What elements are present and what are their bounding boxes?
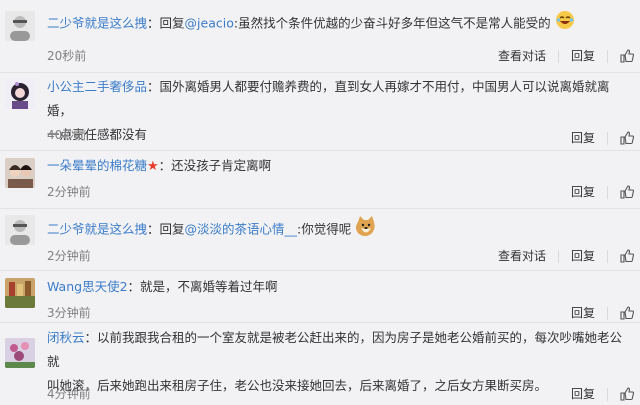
like-button[interactable] <box>620 49 634 63</box>
username-link[interactable]: Wang思天使2 <box>47 279 128 294</box>
comment-actions: 查看对话 回复 <box>498 247 634 265</box>
avatar[interactable] <box>5 79 35 109</box>
comment-text: 闭秋云：以前我跟我合租的一个室友就是被老公赶出来的，因为房子是她老公婚前买的，每… <box>47 330 623 393</box>
comment-time: 40秒前 <box>47 128 87 142</box>
red-star-icon: ★ <box>147 159 159 174</box>
laughing-emoji-icon <box>555 10 575 38</box>
comment-body: 二少爷就是这么拽：回复@淡淡的茶语心情__:你觉得呢 <box>47 215 634 245</box>
comment-actions: 回复 <box>571 304 634 322</box>
reply-button[interactable]: 回复 <box>571 304 595 322</box>
action-divider <box>607 387 608 401</box>
comment-divider <box>0 322 640 323</box>
reply-button[interactable]: 回复 <box>571 47 595 65</box>
avatar[interactable] <box>5 338 35 368</box>
username-link[interactable]: 闭秋云 <box>47 330 85 345</box>
comment-text: Wang思天使2：就是，不离婚等着过年啊 <box>47 279 278 294</box>
comment-time: 3分钟前 <box>47 306 91 320</box>
action-divider <box>607 249 608 263</box>
thumbs-up-icon <box>620 131 634 145</box>
comment-text: 小公主二手奢侈品：国外离婚男人都要付赡养费的，直到女人再嫁才不用付，中国男人可以… <box>47 79 610 142</box>
comment-item: 二少爷就是这么拽：回复@淡淡的茶语心情__:你觉得呢 2分钟前 查看对话 回复 <box>0 209 640 269</box>
mention-link[interactable]: @淡淡的茶语心情__ <box>185 222 298 237</box>
thumbs-up-icon <box>620 387 634 401</box>
like-button[interactable] <box>620 306 634 320</box>
view-conversation-button[interactable]: 查看对话 <box>498 47 546 65</box>
comment-item: Wang思天使2：就是，不离婚等着过年啊 3分钟前 <box>0 272 640 322</box>
action-divider <box>557 249 559 263</box>
reply-button[interactable]: 回复 <box>571 183 595 201</box>
comment-item: 闭秋云：以前我跟我合租的一个室友就是被老公赶出来的，因为房子是她老公婚前买的，每… <box>0 324 640 405</box>
avatar[interactable] <box>5 215 35 245</box>
action-divider <box>607 306 608 320</box>
comment-actions: 回复 <box>571 385 634 403</box>
comment-body: 一朵晕晕的棉花糖★：还没孩子肯定离啊 <box>47 154 634 179</box>
action-divider <box>607 49 608 63</box>
thumbs-up-icon <box>620 249 634 263</box>
thumbs-up-icon <box>620 306 634 320</box>
comment-actions: 查看对话 回复 <box>498 47 634 65</box>
username-link[interactable]: 二少爷就是这么拽 <box>47 16 147 31</box>
thumbs-up-icon <box>620 49 634 63</box>
action-divider <box>607 131 608 145</box>
comment-time: 2分钟前 <box>47 249 91 263</box>
comment-body: 小公主二手奢侈品：国外离婚男人都要付赡养费的，直到女人再嫁才不用付，中国男人可以… <box>47 75 634 147</box>
comment-time: 20秒前 <box>47 49 87 63</box>
like-button[interactable] <box>620 249 634 263</box>
comment-item: 一朵晕晕的棉花糖★：还没孩子肯定离啊 2分钟前 回复 <box>0 152 640 208</box>
comment-divider <box>0 270 640 271</box>
avatar[interactable] <box>5 158 35 188</box>
reply-button[interactable]: 回复 <box>571 129 595 147</box>
comment-actions: 回复 <box>571 183 634 201</box>
comment-divider <box>0 150 640 151</box>
reply-button[interactable]: 回复 <box>571 247 595 265</box>
mention-link[interactable]: @jeacio <box>185 16 234 31</box>
action-divider <box>607 185 608 199</box>
comment-item: 二少爷就是这么拽：回复@jeacio:虽然找个条件优越的少奋斗好多年但这气不是常… <box>0 6 640 64</box>
comment-time: 4分钟前 <box>47 387 91 401</box>
doge-emoji-icon <box>355 215 377 245</box>
like-button[interactable] <box>620 131 634 145</box>
comment-body: Wang思天使2：就是，不离婚等着过年啊 <box>47 275 634 299</box>
thumbs-up-icon <box>620 185 634 199</box>
comment-feed: 二少爷就是这么拽：回复@jeacio:虽然找个条件优越的少奋斗好多年但这气不是常… <box>0 0 640 405</box>
view-conversation-button[interactable]: 查看对话 <box>498 247 546 265</box>
avatar[interactable] <box>5 11 35 41</box>
comment-actions: 回复 <box>571 129 634 147</box>
username-link[interactable]: 一朵晕晕的棉花糖 <box>47 158 147 173</box>
comment-text: 一朵晕晕的棉花糖★：还没孩子肯定离啊 <box>47 158 272 174</box>
username-link[interactable]: 小公主二手奢侈品 <box>47 79 147 94</box>
action-divider <box>557 49 559 63</box>
comment-body: 二少爷就是这么拽：回复@jeacio:虽然找个条件优越的少奋斗好多年但这气不是常… <box>47 10 634 38</box>
username-link[interactable]: 二少爷就是这么拽 <box>47 222 147 237</box>
comment-time: 2分钟前 <box>47 185 91 199</box>
comment-item: 小公主二手奢侈品：国外离婚男人都要付赡养费的，直到女人再嫁才不用付，中国男人可以… <box>0 73 640 145</box>
like-button[interactable] <box>620 387 634 401</box>
like-button[interactable] <box>620 185 634 199</box>
reply-button[interactable]: 回复 <box>571 385 595 403</box>
comment-text: 二少爷就是这么拽：回复@淡淡的茶语心情__:你觉得呢 <box>47 215 634 245</box>
avatar[interactable] <box>5 278 35 308</box>
comment-text: 二少爷就是这么拽：回复@jeacio:虽然找个条件优越的少奋斗好多年但这气不是常… <box>47 10 634 38</box>
comment-body: 闭秋云：以前我跟我合租的一个室友就是被老公赶出来的，因为房子是她老公婚前买的，每… <box>47 326 634 398</box>
